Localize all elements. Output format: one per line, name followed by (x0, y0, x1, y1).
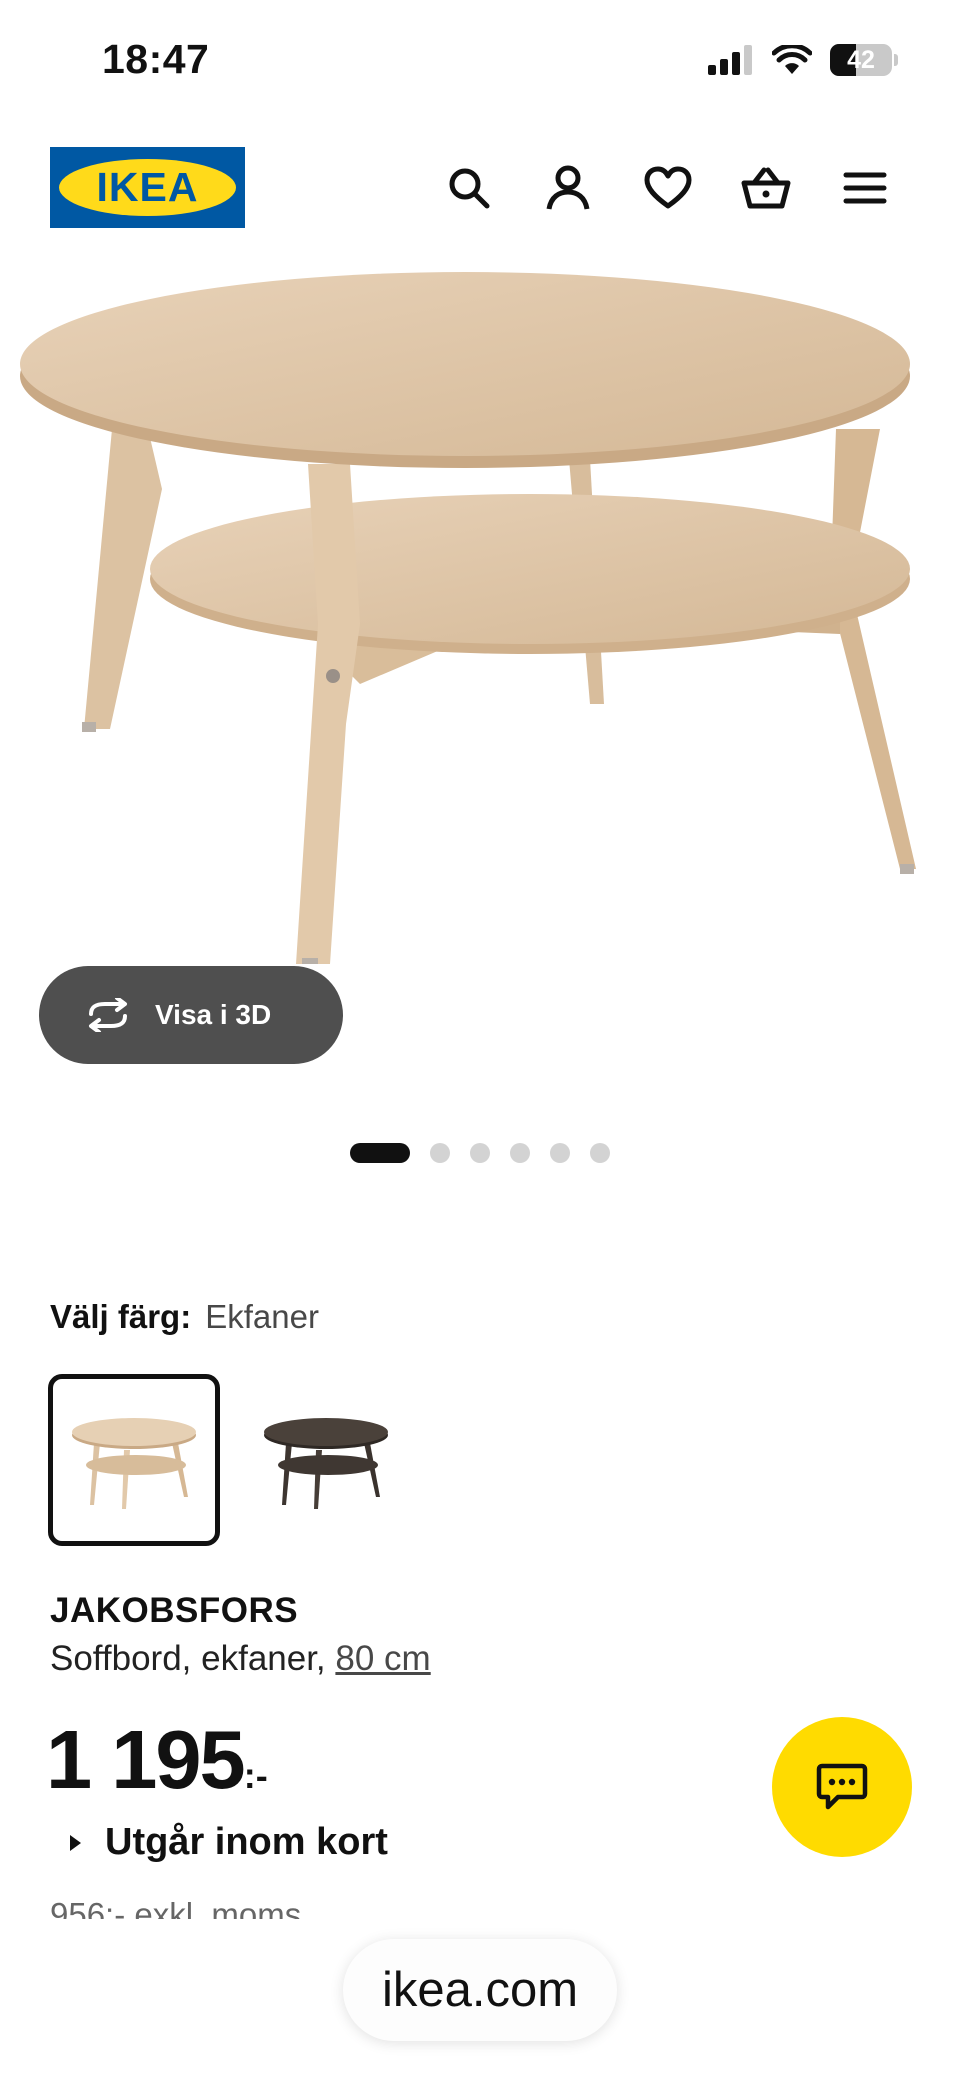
swatch-image-light (72, 1418, 196, 1509)
rotate-3d-icon (89, 998, 127, 1032)
price-suffix: :- (243, 1755, 268, 1796)
wifi-icon (772, 45, 812, 74)
heart-icon (644, 166, 692, 209)
product-image[interactable] (0, 264, 960, 964)
browser-address-bar[interactable]: ikea.com (343, 1939, 617, 2041)
menu-button[interactable] (832, 155, 898, 221)
chat-icon (816, 1763, 868, 1810)
product-price: 1 195:- (46, 1718, 268, 1801)
ikea-logo[interactable]: IKEA ® (50, 147, 245, 228)
battery-level: 42 (847, 46, 875, 74)
selected-color: Ekfaner (205, 1298, 319, 1335)
product-description: Soffbord, ekfaner, 80 cm (50, 1639, 431, 1679)
carousel-indicator[interactable] (0, 1143, 960, 1163)
basket-icon (741, 167, 791, 209)
chat-button[interactable] (772, 1717, 912, 1857)
price-value: 1 195 (46, 1713, 246, 1806)
carousel-dot[interactable] (550, 1143, 570, 1163)
color-swatch-black-brown[interactable] (240, 1374, 412, 1546)
stock-status-text: Utgår inom kort (105, 1821, 388, 1863)
search-button[interactable] (436, 155, 502, 221)
logo-text: IKEA (96, 164, 199, 210)
view-3d-button[interactable]: Visa i 3D (39, 966, 343, 1064)
caret-right-icon (70, 1834, 81, 1851)
user-icon (546, 165, 590, 210)
menu-icon (843, 172, 887, 204)
carousel-dot[interactable] (470, 1143, 490, 1163)
color-label: Välj färg: (50, 1298, 192, 1335)
carousel-dot[interactable] (430, 1143, 450, 1163)
stock-status-toggle[interactable]: Utgår inom kort (70, 1821, 388, 1864)
color-swatch-oak-veneer[interactable] (48, 1374, 220, 1546)
product-type: Soffbord, ekfaner, (50, 1639, 326, 1678)
cellular-signal-icon (708, 45, 752, 75)
carousel-dot[interactable] (350, 1143, 410, 1163)
size-link[interactable]: 80 cm (335, 1639, 430, 1678)
battery-indicator: 42 (830, 44, 898, 76)
carousel-dot[interactable] (510, 1143, 530, 1163)
color-selector-label: Välj färg: Ekfaner (50, 1298, 319, 1336)
view-3d-label: Visa i 3D (155, 999, 272, 1030)
account-button[interactable] (535, 155, 601, 221)
status-icons: 42 (708, 44, 898, 76)
favourites-button[interactable] (635, 155, 701, 221)
search-icon (449, 168, 490, 209)
price-excl-vat: 956:- exkl. moms (50, 1896, 302, 1919)
cart-button[interactable] (733, 155, 799, 221)
carousel-dot[interactable] (590, 1143, 610, 1163)
product-name: JAKOBSFORS (50, 1591, 299, 1630)
swatch-image-dark (264, 1418, 388, 1509)
status-time: 18:47 (102, 36, 210, 82)
